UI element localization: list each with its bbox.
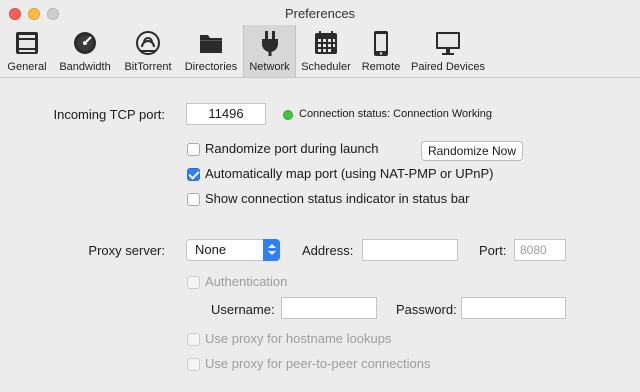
proxy-address-field[interactable]	[362, 239, 458, 261]
tab-general-label: General	[7, 61, 47, 73]
tab-bandwidth[interactable]: Bandwidth	[54, 25, 116, 77]
randomize-now-button[interactable]: Randomize Now	[421, 141, 523, 161]
connection-status-text: Connection status: Connection Working	[299, 108, 493, 120]
network-pane: Incoming TCP port: 11496 Connection stat…	[0, 78, 640, 392]
connection-status-indicator	[283, 110, 293, 120]
username-label: Username:	[211, 302, 275, 317]
tab-paired-devices-label: Paired Devices	[411, 61, 485, 73]
proxy-server-select[interactable]: None	[186, 239, 280, 261]
window-title: Preferences	[284, 6, 356, 21]
proxy-hostname-lookups-label: Use proxy for hostname lookups	[205, 331, 392, 346]
monitor-icon	[436, 32, 460, 55]
show-status-indicator-checkbox[interactable]	[187, 193, 200, 206]
tab-remote-label: Remote	[361, 61, 401, 73]
password-label: Password:	[396, 302, 457, 317]
phone-icon	[374, 31, 388, 56]
incoming-port-field[interactable]: 11496	[186, 103, 266, 125]
tab-paired-devices[interactable]: Paired Devices	[406, 25, 490, 77]
general-icon	[16, 32, 38, 54]
folder-icon	[200, 35, 222, 53]
incoming-port-label: Incoming TCP port:	[53, 107, 165, 122]
tab-network-label: Network	[249, 61, 290, 73]
tab-bittorrent-label: BitTorrent	[124, 61, 172, 73]
show-status-indicator-label: Show connection status indicator in stat…	[205, 191, 470, 206]
calendar-icon	[315, 31, 337, 54]
proxy-hostname-lookups-checkbox[interactable]	[187, 333, 200, 346]
randomize-port-checkbox[interactable]	[187, 143, 200, 156]
proxy-address-label: Address:	[302, 243, 354, 258]
proxy-server-value: None	[195, 242, 227, 257]
tab-bittorrent[interactable]: BitTorrent	[118, 25, 178, 77]
bittorrent-icon	[136, 31, 160, 55]
authentication-checkbox[interactable]	[187, 276, 200, 289]
tab-bandwidth-label: Bandwidth	[59, 61, 111, 73]
automap-port-checkbox[interactable]	[187, 168, 200, 181]
preferences-toolbar: General Bandwidth BitTorrent Directories	[0, 25, 640, 77]
gauge-icon	[74, 32, 96, 54]
tab-directories[interactable]: Directories	[180, 25, 242, 77]
proxy-port-label: Port:	[479, 243, 507, 258]
proxy-port-field[interactable]: 8080	[514, 239, 566, 261]
proxy-peer-connections-checkbox[interactable]	[187, 358, 200, 371]
tab-scheduler-label: Scheduler	[301, 61, 351, 73]
plug-icon	[261, 31, 278, 56]
randomize-port-label: Randomize port during launch	[205, 141, 379, 156]
tab-remote[interactable]: Remote	[358, 25, 404, 77]
automap-port-label: Automatically map port (using NAT-PMP or…	[205, 166, 494, 181]
chevron-updown-icon	[263, 239, 280, 261]
title-bar: Preferences	[0, 0, 640, 28]
tab-directories-label: Directories	[184, 61, 238, 73]
authentication-label: Authentication	[205, 274, 288, 289]
proxy-server-label: Proxy server:	[88, 243, 165, 258]
tab-scheduler[interactable]: Scheduler	[296, 25, 356, 77]
proxy-peer-connections-label: Use proxy for peer-to-peer connections	[205, 356, 431, 371]
password-field[interactable]	[461, 297, 566, 319]
username-field[interactable]	[281, 297, 377, 319]
tab-general[interactable]: General	[2, 25, 52, 77]
tab-network[interactable]: Network	[243, 25, 296, 77]
